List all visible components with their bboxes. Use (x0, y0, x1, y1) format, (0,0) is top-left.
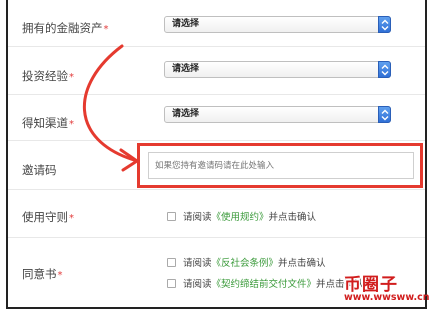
annotation-arrow-icon (83, 44, 139, 172)
watermark-url: www.wwsww.cn (344, 292, 430, 303)
